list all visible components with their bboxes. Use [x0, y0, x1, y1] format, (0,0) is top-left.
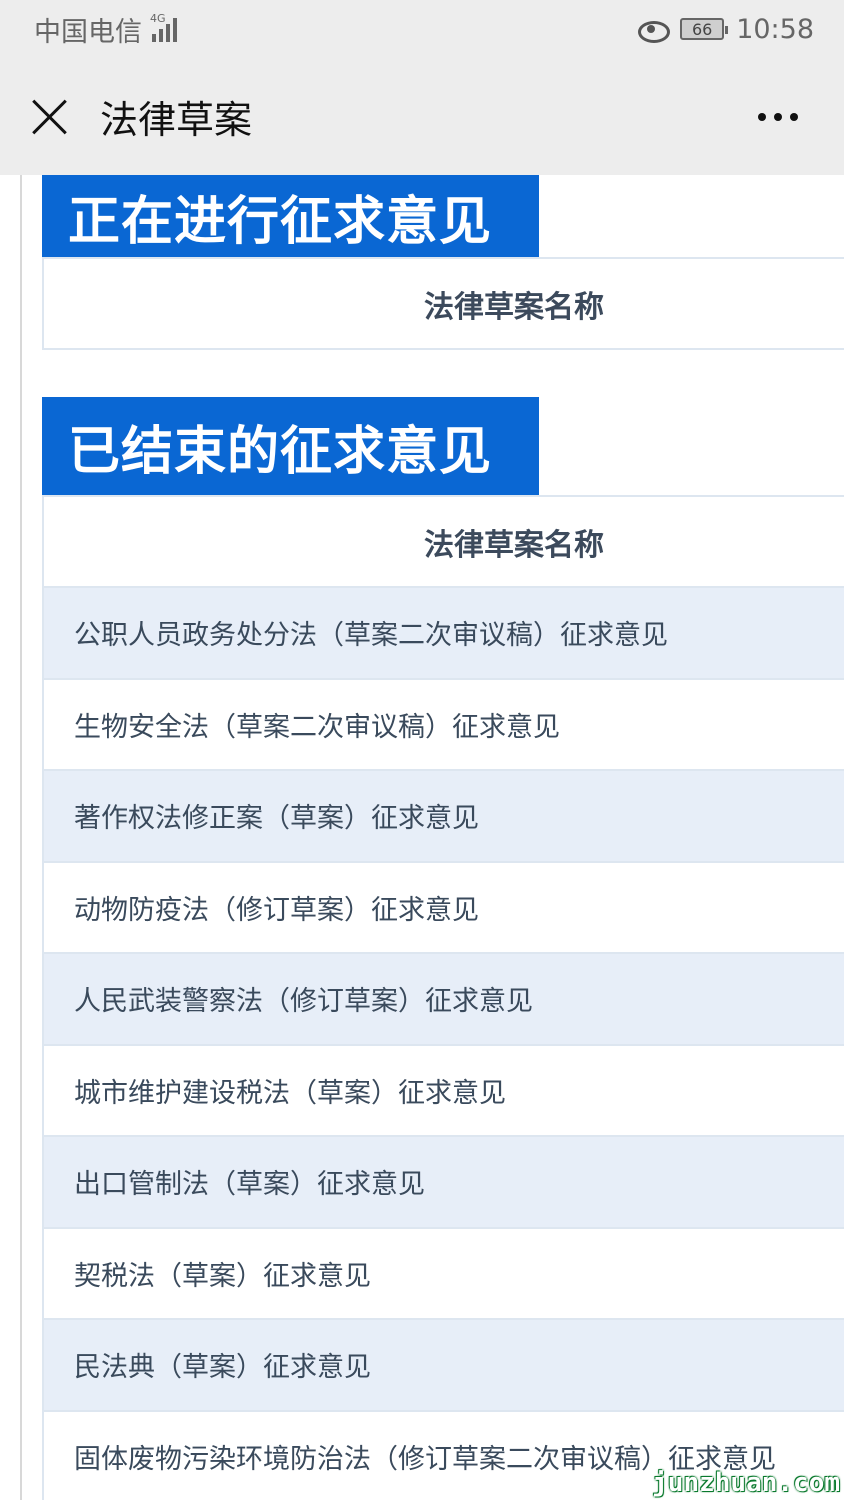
- content-area[interactable]: 正在进行征求意见 法律草案名称 已结束的征求意见 法律草案名称 公职人员政务处分…: [0, 175, 844, 1500]
- finished-column-header: 法律草案名称: [44, 497, 844, 588]
- eye-comfort-icon: [638, 18, 671, 43]
- nav-bar: 法律草案: [0, 58, 844, 175]
- site-watermark: junzhuan.com: [652, 1468, 840, 1498]
- finished-section-title: 已结束的征求意见: [42, 397, 539, 495]
- table-row[interactable]: 公职人员政务处分法（草案二次审议稿）征求意见: [44, 588, 844, 680]
- table-row[interactable]: 民法典（草案）征求意见: [44, 1320, 844, 1412]
- battery-icon: 66: [680, 18, 729, 40]
- ongoing-table: 法律草案名称: [42, 257, 844, 350]
- more-options-icon[interactable]: [758, 112, 798, 121]
- close-icon[interactable]: [30, 97, 70, 137]
- status-left: 中国电信 4G: [34, 10, 177, 49]
- table-row[interactable]: 动物防疫法（修订草案）征求意见: [44, 862, 844, 954]
- table-row[interactable]: 著作权法修正案（草案）征求意见: [44, 771, 844, 863]
- signal-icon: 4G: [150, 12, 177, 42]
- ongoing-column-header: 法律草案名称: [44, 259, 844, 350]
- battery-level: 66: [692, 19, 713, 39]
- table-row[interactable]: 契税法（草案）征求意见: [44, 1228, 844, 1320]
- left-border: [20, 175, 22, 1500]
- table-row[interactable]: 出口管制法（草案）征求意见: [44, 1137, 844, 1229]
- carrier-name: 中国电信: [34, 16, 142, 48]
- table-row[interactable]: 人民武装警察法（修订草案）征求意见: [44, 954, 844, 1046]
- network-type: 4G: [150, 12, 166, 25]
- status-right: 66 10:58: [638, 14, 814, 45]
- status-bar: 中国电信 4G 66 10:58: [0, 0, 844, 58]
- finished-table: 法律草案名称 公职人员政务处分法（草案二次审议稿）征求意见 生物安全法（草案二次…: [42, 495, 844, 1500]
- clock: 10:58: [736, 13, 814, 45]
- table-row[interactable]: 生物安全法（草案二次审议稿）征求意见: [44, 679, 844, 771]
- page-title: 法律草案: [100, 98, 253, 142]
- table-row[interactable]: 城市维护建设税法（草案）征求意见: [44, 1045, 844, 1137]
- ongoing-section-title: 正在进行征求意见: [42, 175, 539, 257]
